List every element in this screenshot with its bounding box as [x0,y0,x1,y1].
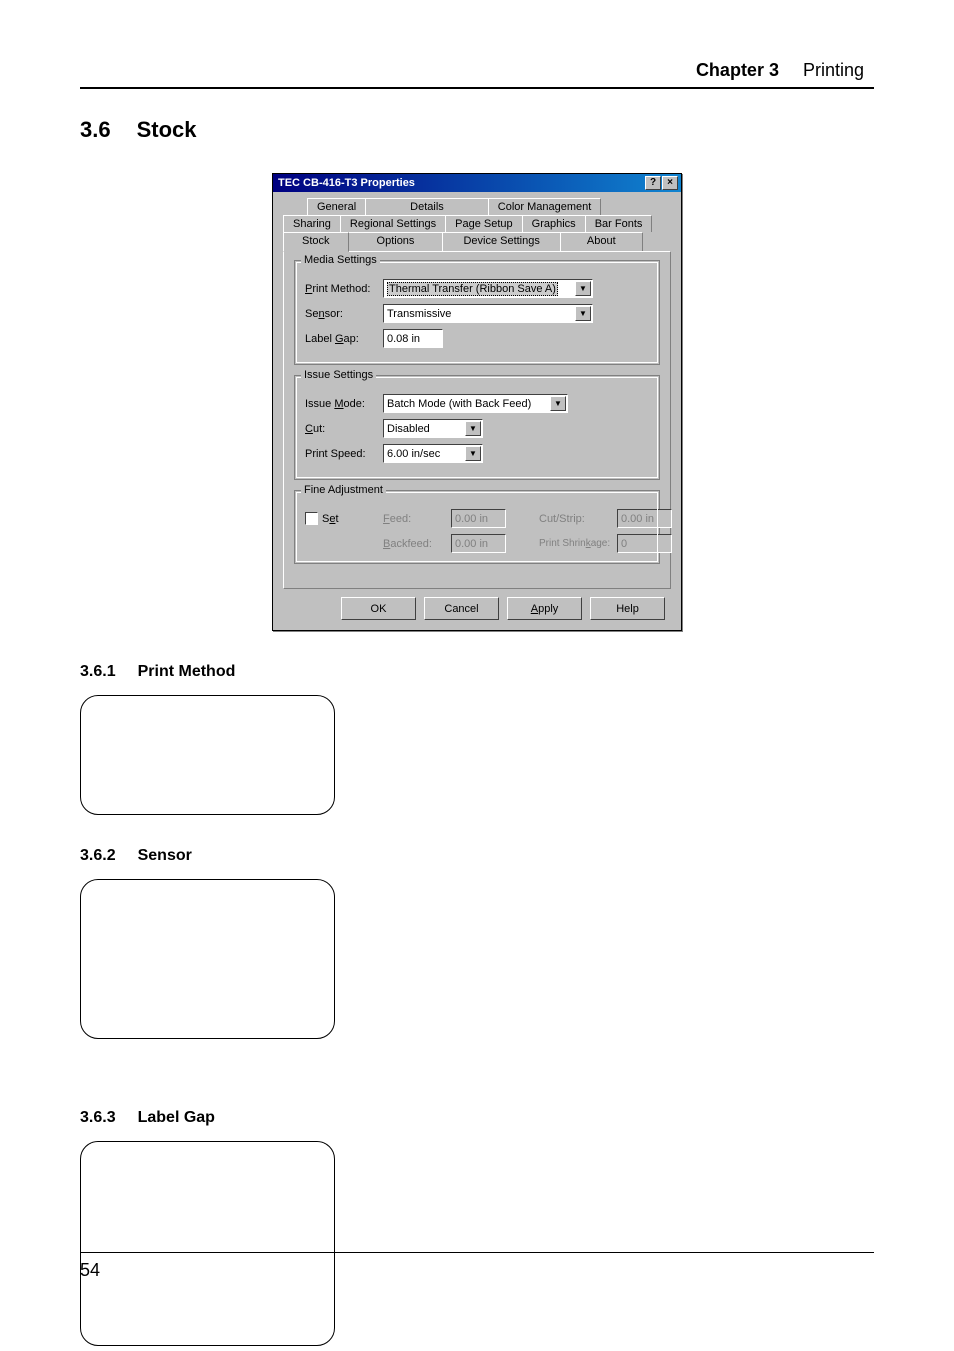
issue-mode-label: Issue Mode: [305,398,377,410]
chevron-down-icon: ▼ [550,396,566,411]
tab-general[interactable]: General [307,198,366,215]
titlebar-help-button[interactable]: ? [645,176,661,190]
footer-divider [80,1252,874,1253]
page-number: 54 [80,1260,100,1281]
checkbox-icon [305,512,318,525]
tab-bar-fonts[interactable]: Bar Fonts [585,215,653,232]
tab-options[interactable]: Options [348,232,444,251]
tab-page-setup[interactable]: Page Setup [445,215,523,232]
print-speed-value: 6.00 in/sec [387,448,440,460]
set-checkbox-label: Set [322,513,339,525]
group-issue-settings: Issue Settings Issue Mode: Batch Mode (w… [294,375,660,480]
print-method-label: Print Method: [305,283,377,295]
section-number: 3.6 [80,117,111,143]
tab-device-settings[interactable]: Device Settings [442,232,560,251]
placeholder-box-sensor [80,879,335,1039]
cut-label: Cut: [305,423,377,435]
placeholder-box-print-method [80,695,335,815]
sensor-dropdown[interactable]: Transmissive ▼ [383,304,593,323]
tab-sharing[interactable]: Sharing [283,215,341,232]
titlebar-close-button[interactable]: × [662,176,678,190]
print-speed-label: Print Speed: [305,448,377,460]
cancel-button[interactable]: Cancel [424,597,499,620]
ok-button[interactable]: OK [341,597,416,620]
label-gap-input[interactable]: 0.08 in [383,329,443,348]
shrinkage-label: Print Shrinkage: [539,538,611,549]
set-checkbox[interactable]: Set [305,512,377,525]
help-button[interactable]: Help [590,597,665,620]
subsection-number: 3.6.3 [80,1109,116,1127]
print-method-value: Thermal Transfer (Ribbon Save A) [387,282,558,296]
titlebar: TEC CB-416-T3 Properties ? × [273,174,681,192]
apply-button[interactable]: Apply [507,597,582,620]
chevron-down-icon: ▼ [575,281,591,296]
sensor-value: Transmissive [387,308,451,320]
group-media-settings: Media Settings Print Method: Thermal Tra… [294,260,660,365]
chapter-page-title: Printing [803,60,864,81]
feed-input: 0.00 in [451,509,506,528]
subsection-title: Print Method [138,663,236,681]
print-method-dropdown[interactable]: Thermal Transfer (Ribbon Save A) ▼ [383,279,593,298]
subsection-title: Label Gap [138,1109,215,1127]
cut-value: Disabled [387,423,430,435]
subsection-number: 3.6.1 [80,663,116,681]
group-issue-legend: Issue Settings [301,369,376,381]
tab-about[interactable]: About [560,232,643,251]
issue-mode-value: Batch Mode (with Back Feed) [387,398,531,410]
backfeed-input: 0.00 in [451,534,506,553]
shrinkage-input: 0 [617,534,672,553]
tab-stock[interactable]: Stock [283,232,349,252]
tab-details[interactable]: Details [365,198,489,215]
print-speed-dropdown[interactable]: 6.00 in/sec ▼ [383,444,483,463]
cutstrip-input: 0.00 in [617,509,672,528]
group-fine-legend: Fine Adjustment [301,484,386,496]
properties-dialog: TEC CB-416-T3 Properties ? × General Det… [272,173,682,631]
backfeed-label: Backfeed: [383,538,445,550]
group-fine-adjustment: Fine Adjustment Set Feed: 0.00 in Cut/St… [294,490,660,564]
subsection-title: Sensor [138,847,192,865]
dialog-title: TEC CB-416-T3 Properties [276,177,415,189]
placeholder-box-label-gap [80,1141,335,1346]
section-title: Stock [137,117,197,143]
sensor-label: Sensor: [305,308,377,320]
cutstrip-label: Cut/Strip: [539,513,611,525]
group-media-legend: Media Settings [301,254,380,266]
issue-mode-dropdown[interactable]: Batch Mode (with Back Feed) ▼ [383,394,568,413]
tab-color-management[interactable]: Color Management [488,198,602,215]
header-divider [80,87,874,89]
chevron-down-icon: ▼ [465,446,481,461]
chapter-label: Chapter 3 [696,60,779,81]
tab-graphics[interactable]: Graphics [522,215,586,232]
chevron-down-icon: ▼ [575,306,591,321]
feed-label: Feed: [383,513,445,525]
label-gap-label: Label Gap: [305,333,377,345]
subsection-number: 3.6.2 [80,847,116,865]
tab-regional-settings[interactable]: Regional Settings [340,215,446,232]
cut-dropdown[interactable]: Disabled ▼ [383,419,483,438]
chevron-down-icon: ▼ [465,421,481,436]
